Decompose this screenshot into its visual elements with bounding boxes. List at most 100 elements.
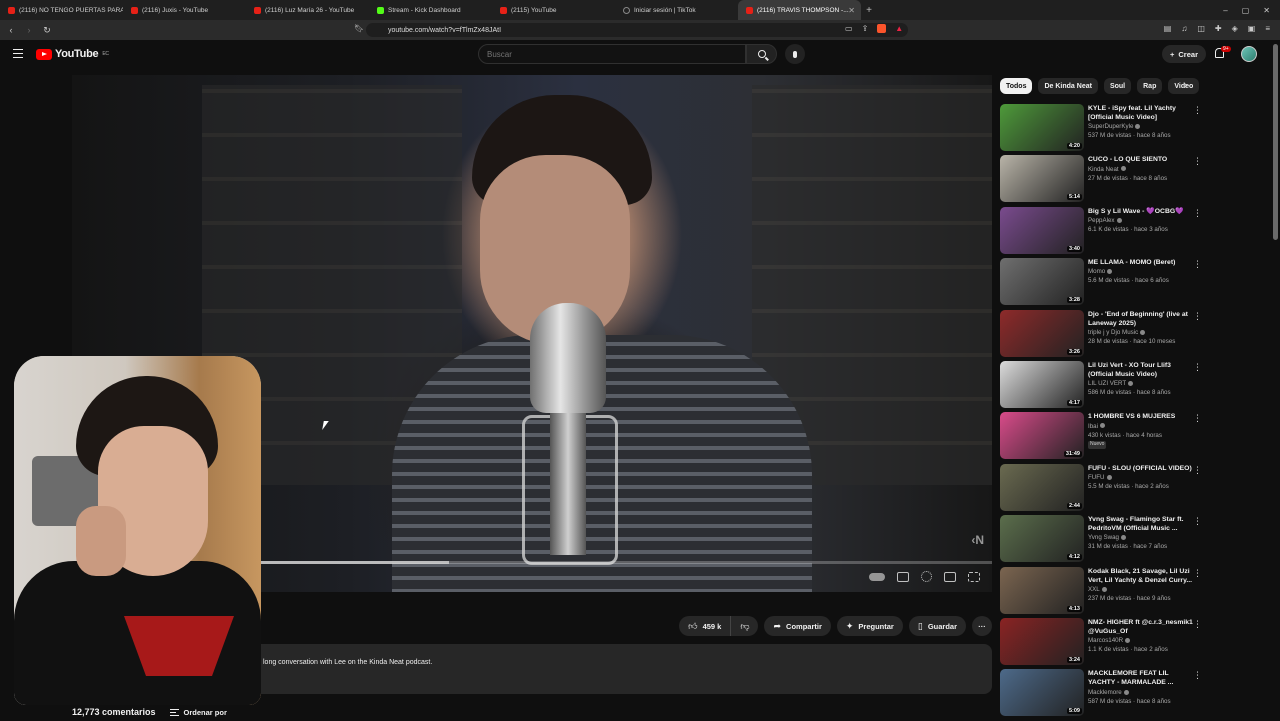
share-button[interactable]: ➦ Compartir	[764, 616, 831, 636]
rewards-icon[interactable]: ▲	[895, 24, 903, 33]
sort-button[interactable]: Ordenar por	[169, 708, 227, 717]
recommendation-item[interactable]: 5:09 MACKLEMORE FEAT LIL YACHTY - MARMALA…	[1000, 669, 1205, 720]
channel-name[interactable]: Macklemore	[1088, 689, 1122, 696]
browser-tab[interactable]: (2116) Juxis - YouTube	[123, 0, 246, 20]
channel-name[interactable]: triple j y Djo Music	[1088, 329, 1138, 336]
save-button[interactable]: ▯ Guardar	[908, 616, 966, 636]
chip[interactable]: De Kinda Neat	[1038, 78, 1098, 94]
extensions-icon[interactable]: ✚	[1215, 24, 1222, 33]
recommendation-item[interactable]: 3:26 Djo - 'End of Beginning' (live at La…	[1000, 309, 1205, 361]
video-title[interactable]: NMZ- HIGHER ft @c.r.3_nesmik1 @VuGus_Of	[1088, 618, 1193, 636]
recommendation-item[interactable]: 3:28 ME LLAMA - MOMO (Beret) Momo 5.6 M de …	[1000, 258, 1205, 309]
more-options-icon[interactable]: ⋮	[1193, 208, 1202, 218]
video-thumbnail[interactable]: 4:13	[1000, 566, 1084, 614]
youtube-logo[interactable]: YouTube EC	[36, 48, 109, 60]
recommendation-item[interactable]: 2:44 FUFU - SLOU (OFFICIAL VIDEO) FUFU 5.5 …	[1000, 463, 1205, 515]
browser-tab[interactable]: Stream - Kick Dashboard	[369, 0, 492, 20]
video-thumbnail[interactable]: 3:26	[1000, 309, 1084, 357]
channel-name[interactable]: Marcos140R	[1088, 637, 1123, 644]
more-options-icon[interactable]: ⋮	[1193, 311, 1202, 321]
channel-name[interactable]: PeppAlex	[1088, 217, 1115, 224]
channel-name[interactable]: Yvng Swag	[1088, 534, 1119, 541]
channel-name[interactable]: LIL UZI VERT	[1088, 380, 1126, 387]
install-icon[interactable]: ▭	[845, 24, 853, 33]
channel-name[interactable]: Momo	[1088, 268, 1105, 275]
voice-search-button[interactable]	[785, 44, 805, 64]
video-thumbnail[interactable]: 5:09	[1000, 669, 1084, 717]
video-thumbnail[interactable]: 31:49	[1000, 412, 1084, 460]
more-actions-button[interactable]: ···	[972, 616, 992, 636]
recommendation-item[interactable]: 4:13 Kodak Black, 21 Savage, Lil Uzi Vert…	[1000, 566, 1205, 618]
video-title[interactable]: Djo - 'End of Beginning' (live at Lanewa…	[1088, 310, 1193, 328]
recommendation-item[interactable]: 4:17 Lil Uzi Vert - XO Tour Llif3 (Offici…	[1000, 360, 1205, 412]
video-thumbnail[interactable]: 2:44	[1000, 463, 1084, 511]
recommendation-item[interactable]: 5:14 CUCO - LO QUE SIENTO Kinda Neat 27 M d…	[1000, 155, 1205, 206]
video-thumbnail[interactable]: 4:12	[1000, 515, 1084, 563]
chip[interactable]: Todos	[1000, 78, 1033, 94]
chips-next-icon[interactable]: ›	[1184, 80, 1187, 91]
search-input[interactable]	[487, 49, 745, 59]
video-title[interactable]: KYLE - iSpy feat. Lil Yachty [Official M…	[1088, 104, 1193, 122]
recommendation-item[interactable]: 3:24 NMZ- HIGHER ft @c.r.3_nesmik1 @VuGus…	[1000, 617, 1205, 669]
video-title[interactable]: FUFU - SLOU (OFFICIAL VIDEO)	[1088, 464, 1193, 473]
video-thumbnail[interactable]: 4:17	[1000, 360, 1084, 408]
more-options-icon[interactable]: ⋮	[1193, 465, 1202, 475]
video-thumbnail[interactable]: 4:20	[1000, 104, 1084, 151]
dislike-button[interactable]: 👎︎	[731, 616, 759, 636]
theater-mode-icon[interactable]	[944, 571, 956, 582]
recommendation-item[interactable]: 3:40 Big S y Lil Wave - 💜OCBG💜 PeppAlex 6.1…	[1000, 206, 1205, 258]
menu-icon[interactable]: ≡	[1265, 24, 1270, 33]
wallet-icon[interactable]: ▣	[1248, 24, 1256, 33]
new-tab-button[interactable]: +	[861, 5, 877, 16]
like-button[interactable]: 👍︎ 459 k	[679, 616, 732, 636]
recommendation-item[interactable]: 4:20 KYLE - iSpy feat. Lil Yachty [Offici…	[1000, 104, 1205, 155]
video-thumbnail[interactable]: 3:24	[1000, 617, 1084, 665]
chip[interactable]: Soul	[1103, 78, 1132, 94]
reload-icon[interactable]: ↻	[40, 25, 54, 36]
browser-tab[interactable]: (2116) Luz María 26 - YouTube	[246, 0, 369, 20]
autoplay-toggle-icon[interactable]	[869, 572, 885, 581]
more-options-icon[interactable]: ⋮	[1193, 260, 1202, 269]
url-field[interactable]: youtube.com/watch?v=fTlmZx48JAtI	[366, 23, 908, 37]
guide-menu-icon[interactable]	[13, 49, 23, 58]
close-window-icon[interactable]: ✕	[1263, 6, 1270, 15]
more-options-icon[interactable]: ⋮	[1193, 157, 1202, 166]
browser-tab[interactable]: Iniciar sesión | TikTok	[615, 0, 738, 20]
more-options-icon[interactable]: ⋮	[1193, 671, 1202, 680]
ask-button[interactable]: ✦ Preguntar	[836, 616, 903, 636]
video-title[interactable]: Yvng Swag - Flamingo Star ft. PedritoVM …	[1088, 515, 1193, 533]
share-page-icon[interactable]: ⇪	[862, 24, 869, 33]
recommendation-item[interactable]: 4:12 Yvng Swag - Flamingo Star ft. Pedrit…	[1000, 515, 1205, 566]
description-box[interactable]: long conversation with Lee on the Kinda …	[261, 644, 992, 694]
channel-watermark[interactable]: ‹N	[971, 533, 984, 547]
subtitles-icon[interactable]	[897, 571, 909, 582]
account-avatar[interactable]	[1241, 46, 1257, 62]
video-title[interactable]: 1 HOMBRE VS 6 MUJERES	[1088, 412, 1193, 421]
minimize-icon[interactable]: –	[1223, 6, 1227, 15]
page-scrollbar[interactable]	[1273, 44, 1278, 240]
maximize-icon[interactable]: ▢	[1242, 6, 1250, 15]
more-options-icon[interactable]: ⋮	[1193, 517, 1202, 526]
video-title[interactable]: Big S y Lil Wave - 💜OCBG💜	[1088, 207, 1193, 216]
split-view-icon[interactable]: ◫	[1197, 24, 1205, 33]
video-thumbnail[interactable]: 3:40	[1000, 206, 1084, 254]
vpn-icon[interactable]: ◈	[1232, 24, 1238, 33]
more-options-icon[interactable]: ⋮	[1193, 106, 1202, 115]
video-thumbnail[interactable]: 5:14	[1000, 155, 1084, 203]
video-thumbnail[interactable]: 3:28	[1000, 258, 1084, 306]
more-options-icon[interactable]: ⋮	[1193, 568, 1202, 578]
channel-name[interactable]: SuperDuperKyle	[1088, 123, 1133, 130]
media-icon[interactable]: ♫	[1181, 24, 1187, 33]
browser-tab[interactable]: (2115) YouTube	[492, 0, 615, 20]
channel-name[interactable]: Kinda Neat	[1088, 166, 1119, 173]
back-icon[interactable]: ‹	[4, 25, 18, 35]
create-button[interactable]: + Crear	[1162, 45, 1206, 63]
bookmark-icon[interactable]: 🔖︎	[354, 24, 364, 33]
channel-name[interactable]: FUFU	[1088, 474, 1105, 481]
video-title[interactable]: Lil Uzi Vert - XO Tour Llif3 (Official M…	[1088, 361, 1193, 379]
recommendation-item[interactable]: 31:49 1 HOMBRE VS 6 MUJERES Ibai 430 k vist…	[1000, 412, 1205, 463]
sidebar-icon[interactable]: ▤	[1164, 24, 1172, 33]
search-button[interactable]	[746, 44, 777, 64]
settings-gear-icon[interactable]	[921, 571, 932, 582]
video-title[interactable]: MACKLEMORE FEAT LIL YACHTY - MARMALADE .…	[1088, 669, 1193, 687]
